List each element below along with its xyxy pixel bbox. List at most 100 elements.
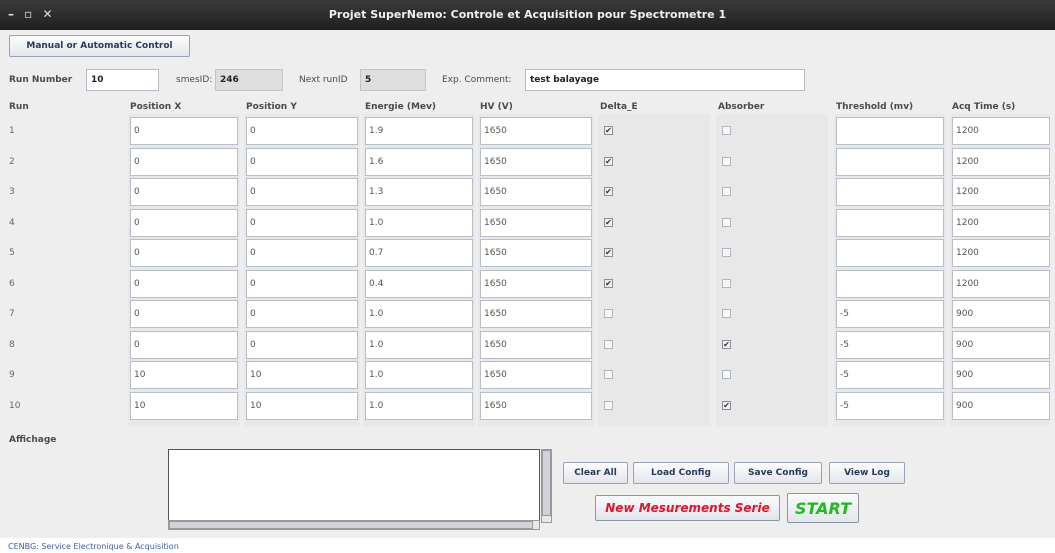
delta-e-checkbox[interactable]: ✔ <box>604 248 613 257</box>
window-title: Projet SuperNemo: Controle et Acquisitio… <box>328 8 727 21</box>
threshold-input[interactable] <box>836 117 944 145</box>
hv-input[interactable]: 1650 <box>480 331 592 359</box>
absorber-checkbox[interactable] <box>722 279 731 288</box>
energie-input[interactable]: 1.0 <box>365 361 473 389</box>
position-x-input[interactable]: 0 <box>130 209 238 237</box>
hv-input[interactable]: 1650 <box>480 361 592 389</box>
position-y-input[interactable]: 0 <box>246 239 358 267</box>
delta-e-checkbox[interactable]: ✔ <box>604 218 613 227</box>
position-y-input[interactable]: 0 <box>246 300 358 328</box>
position-x-input[interactable]: 0 <box>130 270 238 298</box>
position-x-input[interactable]: 0 <box>130 148 238 176</box>
energie-input[interactable]: 1.6 <box>365 148 473 176</box>
acq-time-input[interactable]: 1200 <box>952 239 1050 267</box>
acq-time-input[interactable]: 1200 <box>952 117 1050 145</box>
exp-comment-field[interactable]: test balayage <box>525 69 805 91</box>
threshold-input[interactable]: -5 <box>836 392 944 420</box>
run-number-field[interactable]: 10 <box>86 69 159 91</box>
energie-input[interactable]: 0.4 <box>365 270 473 298</box>
log-vertical-scroll-thumb[interactable] <box>542 450 551 516</box>
absorber-checkbox[interactable] <box>722 248 731 257</box>
load-config-button[interactable]: Load Config <box>633 462 729 484</box>
absorber-checkbox[interactable] <box>722 370 731 379</box>
log-horizontal-scrollbar[interactable] <box>168 520 540 530</box>
position-x-input[interactable]: 10 <box>130 392 238 420</box>
hv-input[interactable]: 1650 <box>480 148 592 176</box>
delta-e-checkbox[interactable]: ✔ <box>604 157 613 166</box>
absorber-checkbox[interactable] <box>722 126 731 135</box>
position-y-input[interactable]: 0 <box>246 178 358 206</box>
absorber-checkbox[interactable] <box>722 218 731 227</box>
view-log-button[interactable]: View Log <box>829 462 905 484</box>
mode-control-button[interactable]: Manual or Automatic Control <box>9 35 190 57</box>
position-y-input[interactable]: 0 <box>246 148 358 176</box>
threshold-input[interactable] <box>836 270 944 298</box>
acq-time-input[interactable]: 1200 <box>952 148 1050 176</box>
threshold-input[interactable] <box>836 239 944 267</box>
hv-input[interactable]: 1650 <box>480 117 592 145</box>
energie-input[interactable]: 1.0 <box>365 331 473 359</box>
energie-input[interactable]: 1.0 <box>365 209 473 237</box>
hv-input[interactable]: 1650 <box>480 270 592 298</box>
hv-input[interactable]: 1650 <box>480 178 592 206</box>
position-x-input[interactable]: 0 <box>130 178 238 206</box>
energie-input[interactable]: 1.9 <box>365 117 473 145</box>
acq-time-input[interactable]: 900 <box>952 392 1050 420</box>
delta-e-checkbox[interactable] <box>604 370 613 379</box>
threshold-input[interactable] <box>836 209 944 237</box>
absorber-checkbox[interactable] <box>722 187 731 196</box>
position-y-input[interactable]: 0 <box>246 117 358 145</box>
delta-e-checkbox[interactable] <box>604 309 613 318</box>
threshold-input[interactable] <box>836 148 944 176</box>
energie-input[interactable]: 0.7 <box>365 239 473 267</box>
acq-time-input[interactable]: 900 <box>952 331 1050 359</box>
start-button[interactable]: START <box>787 493 859 523</box>
absorber-checkbox[interactable]: ✔ <box>722 401 731 410</box>
position-y-input[interactable]: 10 <box>246 392 358 420</box>
log-display-area[interactable] <box>168 449 540 523</box>
energie-input[interactable]: 1.0 <box>365 300 473 328</box>
absorber-checkbox[interactable]: ✔ <box>722 340 731 349</box>
save-config-button[interactable]: Save Config <box>734 462 822 484</box>
position-y-input[interactable]: 0 <box>246 331 358 359</box>
position-x-input[interactable]: 0 <box>130 239 238 267</box>
position-x-input[interactable]: 0 <box>130 331 238 359</box>
hv-input[interactable]: 1650 <box>480 209 592 237</box>
position-x-input[interactable]: 0 <box>130 117 238 145</box>
hv-input[interactable]: 1650 <box>480 239 592 267</box>
log-vertical-scrollbar[interactable] <box>541 449 552 523</box>
column-absorber-bg <box>716 114 828 426</box>
acq-time-input[interactable]: 1200 <box>952 178 1050 206</box>
delta-e-checkbox[interactable] <box>604 340 613 349</box>
acq-time-input[interactable]: 900 <box>952 361 1050 389</box>
position-y-input[interactable]: 10 <box>246 361 358 389</box>
row-run-number: 6 <box>9 279 15 289</box>
threshold-input[interactable] <box>836 178 944 206</box>
absorber-checkbox[interactable] <box>722 309 731 318</box>
position-y-input[interactable]: 0 <box>246 209 358 237</box>
acq-time-input[interactable]: 1200 <box>952 270 1050 298</box>
acq-time-input[interactable]: 1200 <box>952 209 1050 237</box>
threshold-input[interactable]: -5 <box>836 361 944 389</box>
row-run-number: 10 <box>9 401 21 411</box>
position-x-input[interactable]: 0 <box>130 300 238 328</box>
hv-input[interactable]: 1650 <box>480 392 592 420</box>
row-run-number: 9 <box>9 370 15 380</box>
threshold-input[interactable]: -5 <box>836 300 944 328</box>
energie-input[interactable]: 1.0 <box>365 392 473 420</box>
position-y-input[interactable]: 0 <box>246 270 358 298</box>
delta-e-checkbox[interactable] <box>604 401 613 410</box>
delta-e-checkbox[interactable]: ✔ <box>604 126 613 135</box>
column-header-hv: HV (V) <box>480 102 513 112</box>
delta-e-checkbox[interactable]: ✔ <box>604 187 613 196</box>
energie-input[interactable]: 1.3 <box>365 178 473 206</box>
new-measurements-series-button[interactable]: New Mesurements Serie <box>595 495 780 521</box>
position-x-input[interactable]: 10 <box>130 361 238 389</box>
clear-all-button[interactable]: Clear All <box>563 462 628 484</box>
log-horizontal-scroll-thumb[interactable] <box>169 521 533 529</box>
acq-time-input[interactable]: 900 <box>952 300 1050 328</box>
absorber-checkbox[interactable] <box>722 157 731 166</box>
delta-e-checkbox[interactable]: ✔ <box>604 279 613 288</box>
threshold-input[interactable]: -5 <box>836 331 944 359</box>
hv-input[interactable]: 1650 <box>480 300 592 328</box>
